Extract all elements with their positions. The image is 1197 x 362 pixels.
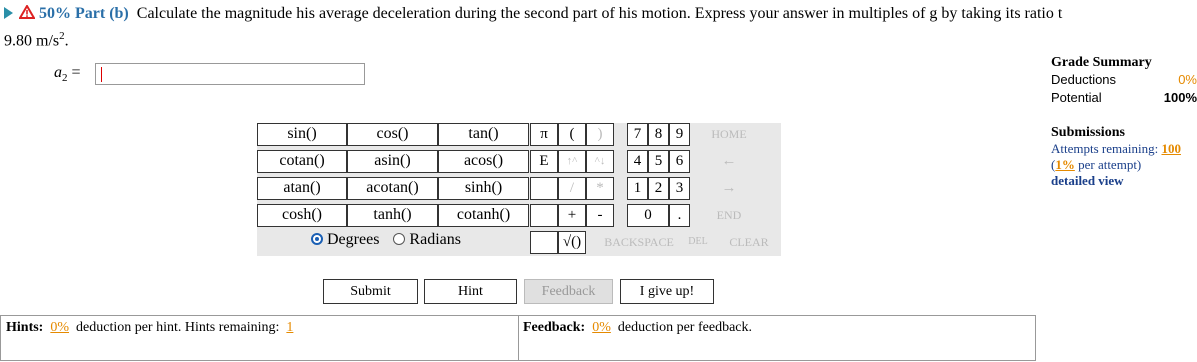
answer-label: a2 = xyxy=(54,64,81,85)
sin-key[interactable]: sin() xyxy=(257,123,347,146)
cosh-key[interactable]: cosh() xyxy=(257,204,347,227)
detailed-view-link[interactable]: detailed view xyxy=(1051,173,1197,189)
digit-2-key[interactable]: 2 xyxy=(648,177,669,200)
angle-mode-group: Degrees Radians xyxy=(311,231,461,249)
calculator-keypad: sin() cos() tan() cotan() asin() acos() … xyxy=(257,123,781,256)
atan-key[interactable]: atan() xyxy=(257,177,347,200)
blank-key-3 xyxy=(530,231,558,254)
exponent-e-key[interactable]: E xyxy=(530,150,558,173)
digit-6-key[interactable]: 6 xyxy=(669,150,690,173)
grade-summary: Grade Summary Deductions 0% Potential 100% xyxy=(1051,55,1197,107)
cos-key[interactable]: cos() xyxy=(347,123,438,146)
degrees-radio[interactable] xyxy=(311,233,323,245)
give-up-button[interactable]: I give up! xyxy=(620,279,714,304)
tanh-key[interactable]: tanh() xyxy=(347,204,438,227)
asin-key[interactable]: asin() xyxy=(347,150,438,173)
digit-7-key[interactable]: 7 xyxy=(627,123,648,146)
delete-key[interactable]: DEL xyxy=(683,231,713,254)
attempts-remaining: Attempts remaining: 100 xyxy=(1051,141,1181,156)
divide-key[interactable]: / xyxy=(558,177,586,200)
acos-key[interactable]: acos() xyxy=(438,150,529,173)
submissions-panel: Submissions Attempts remaining: 100 (1% … xyxy=(1051,125,1197,189)
superscript-up-key[interactable]: ↑^ xyxy=(558,150,586,173)
feedback-deduction-pct: 0% xyxy=(592,320,611,335)
degrees-label: Degrees xyxy=(327,231,380,248)
blank-key-2 xyxy=(530,204,558,227)
deductions-row: Deductions 0% xyxy=(1051,72,1197,87)
submit-button[interactable]: Submit xyxy=(323,279,418,304)
close-paren-key[interactable]: ) xyxy=(586,123,614,146)
digit-8-key[interactable]: 8 xyxy=(648,123,669,146)
cotan-key[interactable]: cotan() xyxy=(257,150,347,173)
feedback-button[interactable]: Feedback xyxy=(524,279,613,304)
potential-row: Potential 100% xyxy=(1051,90,1197,105)
pi-key[interactable]: π xyxy=(530,123,558,146)
radians-label: Radians xyxy=(409,231,461,248)
digit-5-key[interactable]: 5 xyxy=(648,150,669,173)
digit-1-key[interactable]: 1 xyxy=(627,177,648,200)
decimal-key[interactable]: . xyxy=(669,204,690,227)
radians-radio[interactable] xyxy=(393,233,406,245)
panel-divider xyxy=(518,315,519,361)
part-label: Part (b) xyxy=(75,5,129,22)
digit-0-key[interactable]: 0 xyxy=(627,204,669,227)
per-attempt: (1% per attempt) xyxy=(1051,157,1142,172)
sqrt-key[interactable]: √() xyxy=(558,231,586,254)
blank-key xyxy=(530,177,558,200)
hint-button[interactable]: Hint xyxy=(424,279,517,304)
expand-triangle-icon[interactable] xyxy=(4,7,13,19)
question-text-line2: 9.80 m/s2. xyxy=(4,30,69,50)
answer-input[interactable] xyxy=(95,63,365,85)
home-key[interactable]: HOME xyxy=(697,123,761,146)
warning-icon xyxy=(19,5,35,19)
submissions-title: Submissions xyxy=(1051,125,1125,140)
backspace-key[interactable]: BACKSPACE xyxy=(599,231,679,254)
part-percent: 50% xyxy=(39,5,71,22)
hint-deduction-pct: 0% xyxy=(50,320,70,335)
end-key[interactable]: END xyxy=(697,204,761,227)
tan-key[interactable]: tan() xyxy=(438,123,529,146)
right-arrow-key[interactable]: → xyxy=(697,177,761,200)
hints-info: Hints: 0% deduction per hint. Hints rema… xyxy=(6,320,294,335)
acotan-key[interactable]: acotan() xyxy=(347,177,438,200)
digit-9-key[interactable]: 9 xyxy=(669,123,690,146)
question-header: 50% Part (b) Calculate the magnitude his… xyxy=(4,5,1062,23)
question-text: Calculate the magnitude his average dece… xyxy=(136,5,1063,22)
minus-key[interactable]: - xyxy=(586,204,614,227)
sinh-key[interactable]: sinh() xyxy=(438,177,529,200)
grade-summary-title: Grade Summary xyxy=(1051,55,1152,70)
digit-4-key[interactable]: 4 xyxy=(627,150,648,173)
digit-3-key[interactable]: 3 xyxy=(669,177,690,200)
clear-key[interactable]: CLEAR xyxy=(719,231,779,254)
superscript-down-key[interactable]: ^↓ xyxy=(586,150,614,173)
plus-key[interactable]: + xyxy=(558,204,586,227)
left-arrow-key[interactable]: ← xyxy=(697,150,761,173)
open-paren-key[interactable]: ( xyxy=(558,123,586,146)
cotanh-key[interactable]: cotanh() xyxy=(438,204,529,227)
multiply-key[interactable]: * xyxy=(586,177,614,200)
hints-remaining: 1 xyxy=(286,320,294,335)
feedback-info: Feedback: 0% deduction per feedback. xyxy=(523,320,752,335)
